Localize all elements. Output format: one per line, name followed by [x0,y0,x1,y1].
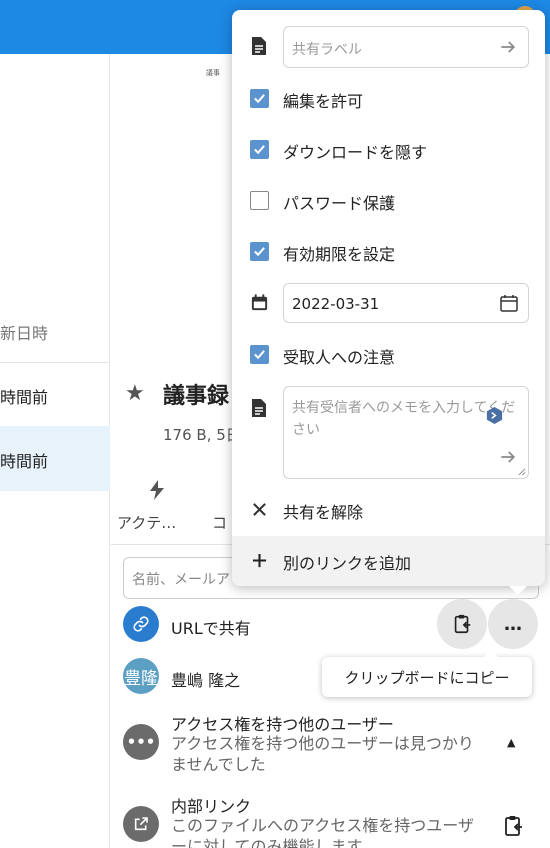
set-expiration-label: 有効期限を設定 [283,245,396,264]
shared-user-name: 豊嶋 隆之 [171,671,241,690]
expiration-date-input[interactable]: 2022-03-31 [283,283,529,323]
allow-edit-label: 編集を許可 [283,92,364,111]
resize-grip-icon[interactable] [517,467,526,476]
add-another-link-label: 別のリンクを追加 [283,554,412,573]
internal-link-title: 内部リンク [171,797,252,816]
file-meta: 176 B, 5日 [163,426,241,444]
preview-text: 議事 [206,69,220,77]
arrow-right-icon[interactable] [498,447,518,467]
favorite-star-icon[interactable]: ★ [125,381,145,406]
file-row-modified[interactable]: 時間前 [0,448,48,472]
link-icon [123,606,159,642]
file-list: 新日時 時間前 時間前 [0,54,110,848]
external-link-icon [123,806,159,842]
share-label-placeholder: 共有ラベル [292,42,362,58]
divider [0,362,110,363]
allow-edit-checkbox[interactable]: 編集を許可 [232,74,545,124]
share-link-label: URLで共有 [171,619,251,638]
close-icon [248,498,270,520]
document-icon [248,397,270,419]
share-label-input[interactable]: 共有ラベル [283,26,529,68]
file-row-modified[interactable]: 時間前 [0,384,48,408]
checkbox-unchecked-icon[interactable] [249,190,269,210]
add-another-link-row[interactable]: 別のリンクを追加 [232,536,545,586]
expiration-date-value: 2022-03-31 [292,295,380,313]
document-icon [248,35,270,57]
tab-activity[interactable]: アクテ… [117,512,176,533]
file-title: 議事録 [163,384,230,409]
share-more-button[interactable]: … [488,599,538,649]
checkbox-checked-icon[interactable] [249,139,269,159]
others-subtitle: アクセス権を持つ他のユーザーは見つかりませんでした [171,734,474,774]
calendar-picker-icon[interactable] [499,293,519,313]
unshare-label: 共有を解除 [283,503,364,522]
activity-icon [150,480,164,500]
clipboard-icon [454,614,471,634]
hide-download-checkbox[interactable]: ダウンロードを隠す [232,125,545,175]
share-link-menu: 共有ラベル 編集を許可 ダウンロードを隠す パスワード保護 有効期限を設定 20… [232,10,545,595]
unshare-button[interactable]: 共有を解除 [232,485,545,535]
password-protect-checkbox[interactable]: パスワード保護 [232,176,545,226]
copy-to-clipboard-button[interactable] [437,599,487,649]
arrow-right-icon[interactable] [498,37,518,57]
internal-link-subtitle: このファイルへのアクセス権を持つユーザーに対してのみ機能します [171,816,474,848]
plus-icon [248,549,270,571]
caret-up-icon[interactable]: ▲ [507,736,515,749]
avatar: 豊隆 [123,658,159,694]
tab-comments[interactable]: コ [212,512,227,533]
others-title: アクセス権を持つ他のユーザー [171,715,394,734]
set-expiration-checkbox[interactable]: 有効期限を設定 [232,227,545,277]
hide-download-label: ダウンロードを隠す [283,143,428,162]
note-to-recipient-checkbox[interactable]: 受取人への注意 [232,330,545,380]
note-to-recipient-label: 受取人への注意 [283,348,396,367]
checkbox-checked-icon[interactable] [249,88,269,108]
checkbox-checked-icon[interactable] [249,344,269,364]
checkbox-checked-icon[interactable] [249,241,269,261]
extension-badge-icon[interactable] [485,406,504,425]
tooltip: クリップボードにコピー [322,650,532,697]
password-protect-label: パスワード保護 [283,194,396,213]
calendar-icon [248,291,270,313]
clipboard-icon[interactable] [501,814,525,838]
column-header-modified[interactable]: 新日時 [0,320,48,344]
more-icon: ••• [123,724,159,760]
note-textarea[interactable]: 共有受信者へのメモを入力してください [283,386,529,479]
